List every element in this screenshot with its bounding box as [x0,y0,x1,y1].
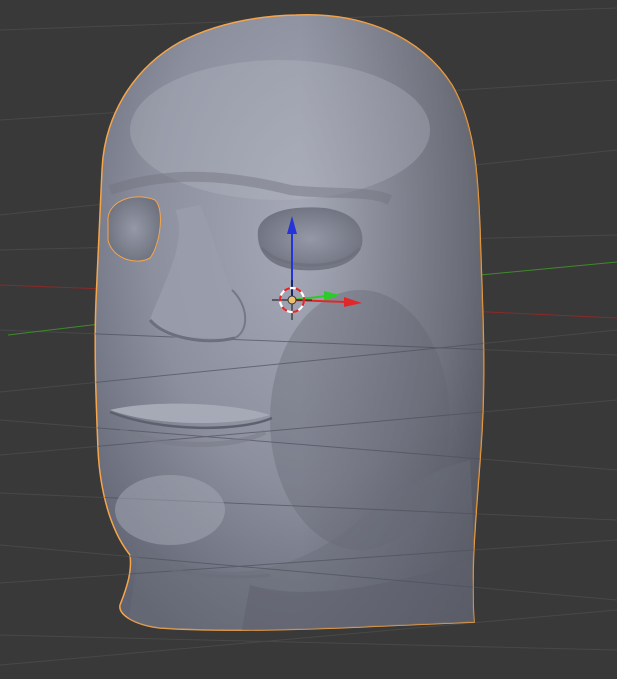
right-eye-socket [257,207,363,271]
left-eye-socket [107,196,161,262]
3d-viewport[interactable] [0,0,617,679]
chin [115,475,225,545]
viewport-canvas[interactable] [0,0,617,679]
